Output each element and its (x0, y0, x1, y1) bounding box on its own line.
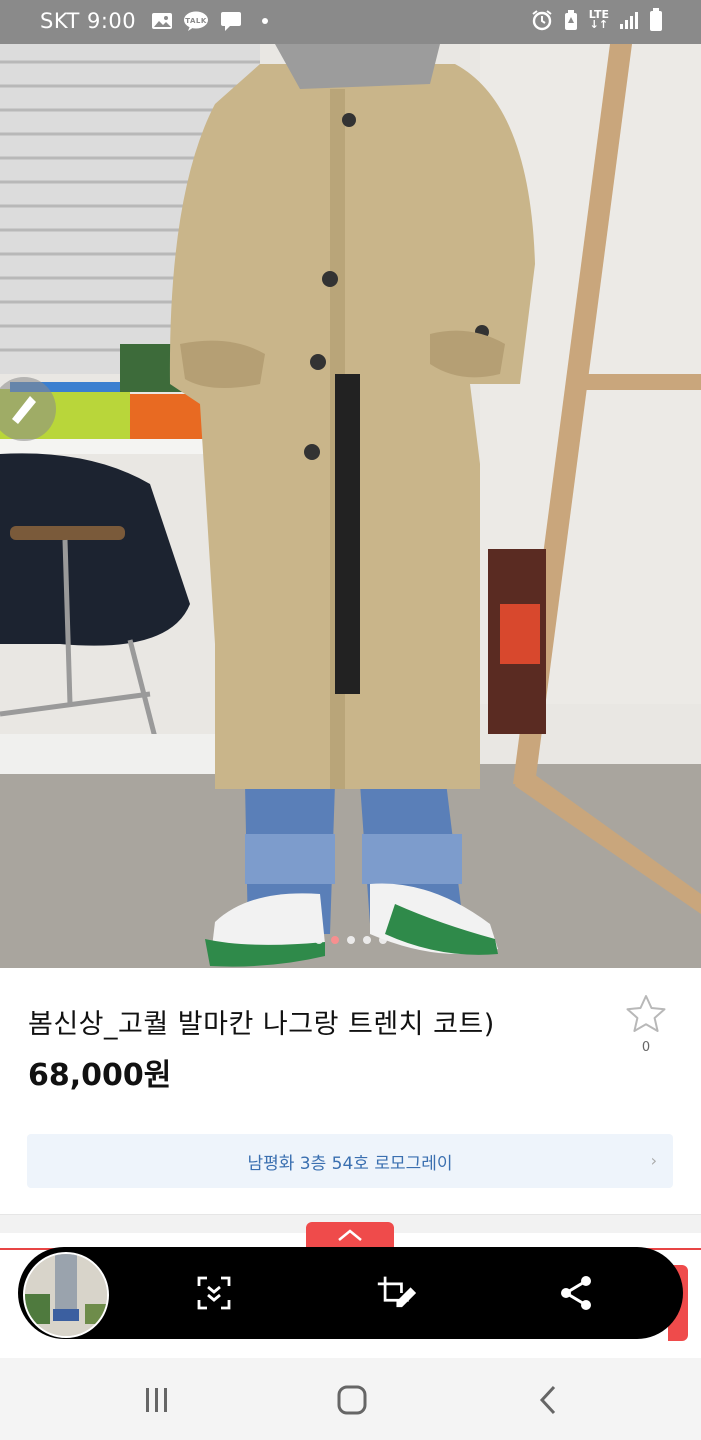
signal-icon (620, 12, 638, 29)
product-photo (0, 44, 701, 968)
crop-edit-button[interactable] (376, 1273, 416, 1313)
lte-indicator: LTE ↓↑ (588, 8, 609, 31)
scroll-capture-button[interactable] (194, 1273, 234, 1313)
system-nav-bar (0, 1358, 701, 1440)
chevron-right-icon: › (650, 1151, 657, 1170)
message-icon (220, 12, 241, 31)
store-link-button[interactable]: 남평화 3층 54호 로모그레이 › (27, 1134, 673, 1188)
recent-apps-button[interactable] (136, 1384, 176, 1416)
capture-toolbar (18, 1247, 683, 1339)
home-icon (337, 1385, 367, 1415)
recent-apps-icon (146, 1388, 167, 1412)
status-right: LTE ↓↑ (531, 8, 663, 32)
favorite-count: 0 (641, 1040, 651, 1055)
gallery-icon (152, 13, 173, 29)
store-link-label: 남평화 3층 54호 로모그레이 (247, 1153, 453, 1174)
crop-edit-icon (377, 1276, 416, 1308)
thumbnail-preview (25, 1254, 107, 1336)
svg-text:TALK: TALK (185, 17, 207, 25)
back-icon (539, 1385, 556, 1415)
more-notifications-icon (261, 18, 268, 24)
image-pagination (0, 929, 701, 948)
product-image[interactable] (0, 44, 701, 968)
battery-saver-icon (564, 10, 577, 30)
battery-icon (650, 8, 662, 31)
product-title: 봄신상_고퀄 발마칸 나그랑 트렌치 코트) (28, 1009, 495, 1040)
talk-icon: TALK (183, 11, 208, 31)
alarm-icon (532, 10, 552, 31)
carrier-label: SKT (40, 9, 80, 33)
home-button[interactable] (332, 1384, 372, 1416)
time-label: 9:00 (87, 9, 137, 33)
pagination-dot[interactable] (314, 936, 323, 944)
scroll-capture-icon (197, 1276, 231, 1310)
back-button[interactable] (528, 1384, 568, 1416)
favorite-button[interactable]: 0 (624, 994, 668, 1055)
product-price: 68,000원 (28, 1058, 172, 1093)
pagination-dot[interactable] (362, 936, 371, 944)
scroll-up-tab[interactable] (306, 1222, 394, 1250)
capture-thumbnail[interactable] (23, 1252, 109, 1338)
share-button[interactable] (556, 1273, 596, 1313)
lte-label: LTE (588, 8, 609, 21)
star-icon (626, 995, 666, 1032)
status-bar: SKT 9:00 TALK LTE ↓↑ (0, 0, 701, 44)
pagination-dot[interactable] (346, 936, 355, 944)
pagination-dot[interactable] (378, 936, 387, 944)
chevron-up-icon (338, 1229, 362, 1241)
status-left: SKT 9:00 TALK (40, 8, 269, 33)
pagination-dot-active[interactable] (330, 936, 339, 944)
share-icon (561, 1276, 591, 1310)
